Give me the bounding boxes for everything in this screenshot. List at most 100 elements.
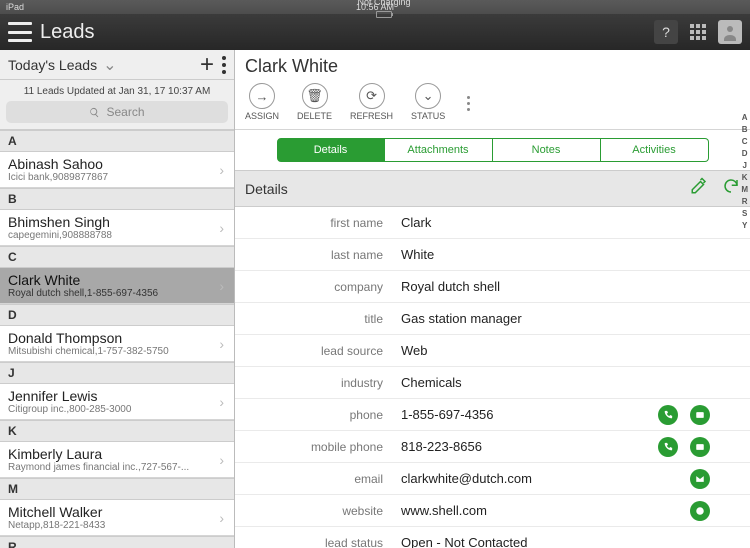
field-lead-status: lead statusOpen - Not Contacted: [235, 527, 750, 548]
lead-subtitle: Icici bank,9089877867: [8, 172, 226, 183]
field-label: mobile phone: [235, 440, 395, 454]
add-lead-button[interactable]: +: [200, 51, 214, 79]
section-header: B: [0, 188, 234, 210]
field-mobile-phone: mobile phone818-223-8656: [235, 431, 750, 463]
lead-name: Clark White: [8, 272, 226, 288]
search-icon: [89, 107, 100, 118]
user-avatar[interactable]: [718, 20, 742, 44]
field-title: titleGas station manager: [235, 303, 750, 335]
globe-icon[interactable]: [690, 501, 710, 521]
field-value[interactable]: Clark: [395, 215, 750, 230]
message-icon[interactable]: [690, 437, 710, 457]
lead-row[interactable]: Jennifer LewisCitigroup inc.,800-285-300…: [0, 384, 234, 420]
detail-overflow-menu[interactable]: [467, 96, 470, 111]
lead-subtitle: Raymond james financial inc.,727-567-...: [8, 462, 226, 473]
field-company: companyRoyal dutch shell: [235, 271, 750, 303]
tab-details[interactable]: Details: [277, 138, 385, 162]
list-overflow-menu[interactable]: [222, 56, 226, 74]
disclosure-icon: ›: [219, 162, 224, 178]
disclosure-icon: ›: [219, 220, 224, 236]
field-label: email: [235, 472, 395, 486]
updated-label: 11 Leads Updated at Jan 31, 17 10:37 AM: [0, 80, 234, 101]
field-label: title: [235, 312, 395, 326]
field-label: phone: [235, 408, 395, 422]
lead-row[interactable]: Bhimshen Singhcapegemini,908888788›: [0, 210, 234, 246]
field-lead-source: lead sourceWeb: [235, 335, 750, 367]
delete-button[interactable]: 🗑 DELETE: [297, 83, 332, 121]
lead-name: Jennifer Lewis: [8, 388, 226, 404]
lead-subtitle: Royal dutch shell,1-855-697-4356: [8, 288, 226, 299]
call-icon[interactable]: [658, 437, 678, 457]
tab-attachments[interactable]: Attachments: [385, 138, 493, 162]
assign-icon: →: [249, 83, 275, 109]
search-input[interactable]: Search: [6, 101, 228, 123]
lead-row[interactable]: Mitchell WalkerNetapp,818-221-8433›: [0, 500, 234, 536]
field-value[interactable]: clarkwhite@dutch.com: [395, 469, 750, 489]
chevron-down-icon[interactable]: ⌄: [103, 55, 116, 75]
edit-icon[interactable]: [690, 177, 708, 200]
refresh-icon: ⟳: [359, 83, 385, 109]
lead-name: Donald Thompson: [8, 330, 226, 346]
field-value[interactable]: www.shell.com: [395, 501, 750, 521]
leads-sidebar: Today's Leads ⌄ + 11 Leads Updated at Ja…: [0, 50, 235, 548]
status-button[interactable]: ⌄ STATUS: [411, 83, 445, 121]
field-email: emailclarkwhite@dutch.com: [235, 463, 750, 495]
apps-grid-icon[interactable]: [686, 20, 710, 44]
field-value[interactable]: 818-223-8656: [395, 437, 750, 457]
lead-name: Abinash Sahoo: [8, 156, 226, 172]
field-value[interactable]: Web: [395, 343, 750, 358]
field-label: first name: [235, 216, 395, 230]
field-label: company: [235, 280, 395, 294]
lead-name: Mitchell Walker: [8, 504, 226, 520]
disclosure-icon: ›: [219, 394, 224, 410]
lead-name: Bhimshen Singh: [8, 214, 226, 230]
detail-title: Clark White: [235, 50, 750, 79]
field-phone: phone1-855-697-4356: [235, 399, 750, 431]
field-label: website: [235, 504, 395, 518]
section-header: A: [0, 130, 234, 152]
app-title: Leads: [40, 21, 95, 44]
field-last-name: last nameWhite: [235, 239, 750, 271]
lead-name: Kimberly Laura: [8, 446, 226, 462]
device-label: iPad: [6, 2, 24, 12]
lead-detail-pane: Clark White → ASSIGN 🗑 DELETE ⟳ REFRESH …: [235, 50, 750, 548]
lead-row[interactable]: Donald ThompsonMitsubishi chemical,1-757…: [0, 326, 234, 362]
refresh-section-icon[interactable]: [722, 177, 740, 200]
ios-status-bar: iPad 10:56 AM Not Charging: [0, 0, 750, 14]
tab-activities[interactable]: Activities: [601, 138, 709, 162]
mail-icon[interactable]: [690, 469, 710, 489]
assign-button[interactable]: → ASSIGN: [245, 83, 279, 121]
section-header: D: [0, 304, 234, 326]
field-value[interactable]: Gas station manager: [395, 311, 750, 326]
disclosure-icon: ›: [219, 336, 224, 352]
lead-row[interactable]: Clark WhiteRoyal dutch shell,1-855-697-4…: [0, 268, 234, 304]
disclosure-icon: ›: [219, 510, 224, 526]
battery-icon: [376, 11, 392, 18]
list-filter-title[interactable]: Today's Leads: [8, 57, 97, 73]
app-header: Leads ?: [0, 14, 750, 50]
leads-list[interactable]: AAbinash SahooIcici bank,9089877867›BBhi…: [0, 130, 234, 548]
message-icon[interactable]: [690, 405, 710, 425]
menu-icon[interactable]: [8, 22, 32, 42]
lead-row[interactable]: Abinash SahooIcici bank,9089877867›: [0, 152, 234, 188]
field-value[interactable]: Royal dutch shell: [395, 279, 750, 294]
disclosure-icon: ›: [219, 278, 224, 294]
lead-subtitle: capegemini,908888788: [8, 230, 226, 241]
field-label: last name: [235, 248, 395, 262]
field-value[interactable]: Open - Not Contacted: [395, 535, 750, 548]
lead-subtitle: Netapp,818-221-8433: [8, 520, 226, 531]
field-value[interactable]: White: [395, 247, 750, 262]
disclosure-icon: ›: [219, 452, 224, 468]
lead-row[interactable]: Kimberly LauraRaymond james financial in…: [0, 442, 234, 478]
field-label: industry: [235, 376, 395, 390]
field-value[interactable]: 1-855-697-4356: [395, 405, 750, 425]
section-header: C: [0, 246, 234, 268]
help-icon[interactable]: ?: [654, 20, 678, 44]
tab-notes[interactable]: Notes: [493, 138, 601, 162]
section-header: R: [0, 536, 234, 548]
chevron-down-icon: ⌄: [415, 83, 441, 109]
refresh-button[interactable]: ⟳ REFRESH: [350, 83, 393, 121]
call-icon[interactable]: [658, 405, 678, 425]
lead-subtitle: Citigroup inc.,800-285-3000: [8, 404, 226, 415]
field-value[interactable]: Chemicals: [395, 375, 750, 390]
